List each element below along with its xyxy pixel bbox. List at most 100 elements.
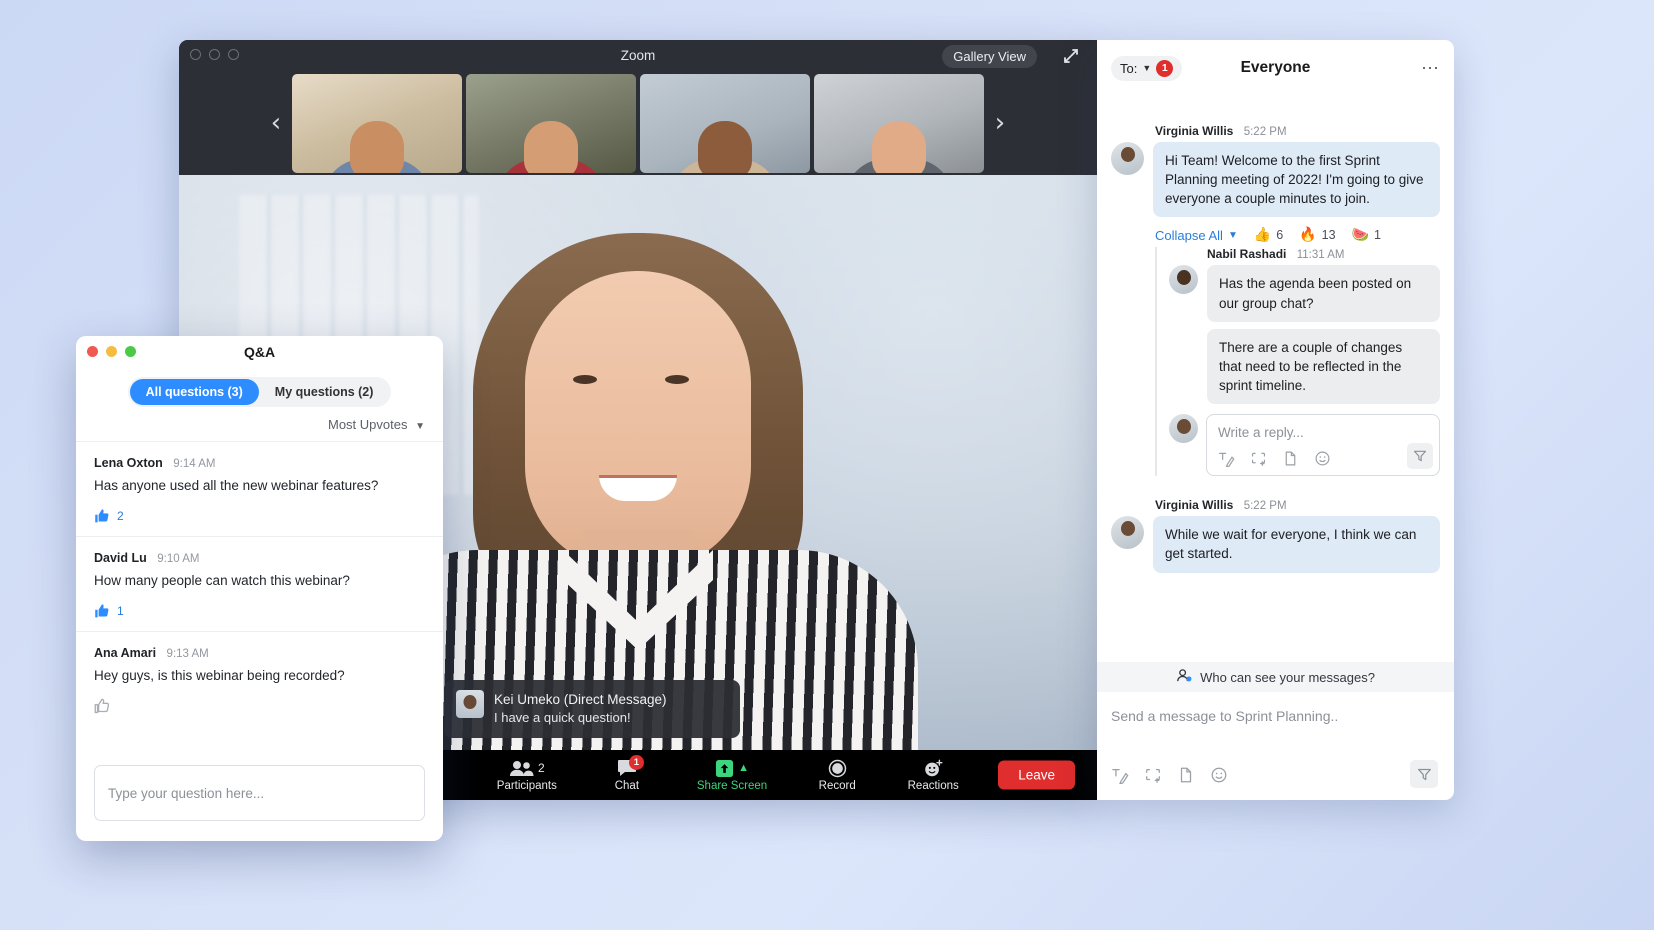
thumbnail-head [524,121,578,173]
qa-question-input[interactable]: Type your question here... [94,765,425,821]
share-screen-button[interactable]: ▲ Share Screen [697,759,767,792]
chat-compose-area[interactable]: Send a message to Sprint Planning.. [1097,692,1454,800]
participant-thumbnail-4[interactable] [814,74,984,173]
collapse-all-button[interactable]: Collapse All ▼ [1155,228,1238,243]
maximize-window-dot[interactable] [228,49,239,60]
chevron-right-icon[interactable]: › [987,110,1013,136]
file-icon[interactable] [1282,450,1299,467]
qa-question-time: 9:10 AM [157,553,199,565]
record-icon [828,759,847,778]
chat-compose-placeholder: Send a message to Sprint Planning.. [1111,708,1440,724]
thread-time: 11:31 AM [1297,249,1345,261]
qa-upvote-button[interactable]: 2 [94,508,425,524]
emoji-icon[interactable] [1210,766,1228,784]
who-can-see-messages-button[interactable]: Who can see your messages? [1097,662,1454,692]
send-icon[interactable] [1410,760,1438,788]
collapse-all-label: Collapse All [1155,228,1223,243]
chat-recipient-selector[interactable]: To: ▼ 1 [1111,56,1182,81]
qa-upvote-button[interactable] [94,698,425,714]
qa-question-time: 9:14 AM [173,458,215,470]
chat-header: To: ▼ 1 Everyone ⋯ [1097,40,1454,96]
dm-toast-text: Kei Umeko (Direct Message) I have a quic… [494,690,667,728]
fire-icon: 🔥 [1299,227,1316,243]
reaction-count: 1 [1374,228,1381,242]
thread-message-bubble: There are a couple of changes that need … [1207,329,1440,404]
format-text-icon[interactable] [1218,450,1235,467]
chat-button[interactable]: 1 Chat [601,759,653,792]
share-screen-caret-icon[interactable]: ▲ [738,762,749,774]
qa-question-meta: Lena Oxton 9:14 AM [94,456,425,470]
qa-sort-label: Most Upvotes [328,417,407,432]
qa-upvote-button[interactable]: 1 [94,603,425,619]
thread-message-bubble: Has the agenda been posted on our group … [1207,265,1440,321]
participant-thumbnail-1[interactable] [292,74,462,173]
qa-question-meta: Ana Amari 9:13 AM [94,646,425,660]
qa-question-text: Has anyone used all the new webinar feat… [94,477,425,496]
participants-label: Participants [497,780,557,792]
thumbnail-head [698,121,752,173]
chat-label: Chat [615,780,639,792]
more-options-icon[interactable]: ⋯ [1421,59,1440,77]
qa-minimize-dot[interactable] [106,346,117,357]
minimize-window-dot[interactable] [209,49,220,60]
recipient-count-badge: 1 [1156,60,1173,77]
qa-asker-name: David Lu [94,551,147,565]
qa-question-item[interactable]: David Lu 9:10 AM How many people can wat… [76,536,443,631]
thread-reply-input[interactable]: Write a reply... [1206,414,1440,476]
tab-my-questions[interactable]: My questions (2) [259,379,390,405]
speaker-eye-left [573,375,597,384]
message-bubble: Hi Team! Welcome to the first Sprint Pla… [1153,142,1440,217]
chevron-left-icon[interactable]: ‹ [263,110,289,136]
dm-message-text: I have a quick question! [494,709,667,728]
qa-maximize-dot[interactable] [125,346,136,357]
file-icon[interactable] [1177,766,1195,784]
qa-titlebar: Q&A [76,336,443,368]
format-text-icon[interactable] [1111,766,1129,784]
message-bubble: While we wait for everyone, I think we c… [1153,516,1440,572]
chat-message: Virginia Willis 5:22 PM Hi Team! Welcome… [1111,124,1440,217]
participant-thumbnail-3[interactable] [640,74,810,173]
qa-question-item[interactable]: Ana Amari 9:13 AM Hey guys, is this webi… [76,631,443,726]
reactions-label: Reactions [908,780,959,792]
record-button[interactable]: Record [811,759,863,792]
reaction-count: 13 [1322,228,1336,242]
thumbs-up-icon [94,508,110,524]
thumbs-up-reaction[interactable]: 👍 6 [1254,227,1283,243]
chevron-down-icon: ▼ [415,421,425,432]
thread-meta: Nabil Rashadi 11:31 AM [1207,247,1440,261]
direct-message-toast[interactable]: Kei Umeko (Direct Message) I have a quic… [444,680,740,738]
thread-sender: Nabil Rashadi [1207,247,1286,261]
participant-thumbnail-2[interactable] [466,74,636,173]
window-traffic-lights [190,49,239,60]
speaker-eye-right [665,375,689,384]
speaker-face [525,271,751,571]
avatar [1111,516,1144,549]
share-screen-icon: ▲ [715,759,749,778]
avatar [1111,142,1144,175]
qa-question-text: How many people can watch this webinar? [94,572,425,591]
chat-message-list[interactable]: Virginia Willis 5:22 PM Hi Team! Welcome… [1097,96,1454,662]
send-icon[interactable] [1407,443,1433,469]
participants-button[interactable]: 2 Participants [497,759,557,792]
close-window-dot[interactable] [190,49,201,60]
qa-traffic-lights [87,346,136,357]
qa-sort-selector[interactable]: Most Upvotes ▼ [76,407,443,441]
gallery-view-button[interactable]: Gallery View [942,45,1037,68]
fullscreen-expand-icon[interactable] [1059,44,1083,68]
reactions-button[interactable]: Reactions [907,759,959,792]
emoji-icon[interactable] [1314,450,1331,467]
watermelon-reaction[interactable]: 🍉 1 [1352,227,1381,243]
tab-all-questions[interactable]: All questions (3) [130,379,259,405]
qa-close-dot[interactable] [87,346,98,357]
fire-reaction[interactable]: 🔥 13 [1299,227,1335,243]
compose-toolbar [1111,766,1228,784]
screenshot-icon[interactable] [1144,766,1162,784]
screenshot-icon[interactable] [1250,450,1267,467]
leave-meeting-button[interactable]: Leave [998,761,1075,790]
thumbnail-head [350,121,404,173]
qa-question-list[interactable]: Lena Oxton 9:14 AM Has anyone used all t… [76,441,443,761]
chevron-down-icon: ▼ [1228,230,1238,241]
qa-question-item[interactable]: Lena Oxton 9:14 AM Has anyone used all t… [76,441,443,536]
qa-upvote-count: 1 [117,604,124,618]
message-reactions-row: Collapse All ▼ 👍 6 🔥 13 🍉 1 [1155,227,1440,243]
